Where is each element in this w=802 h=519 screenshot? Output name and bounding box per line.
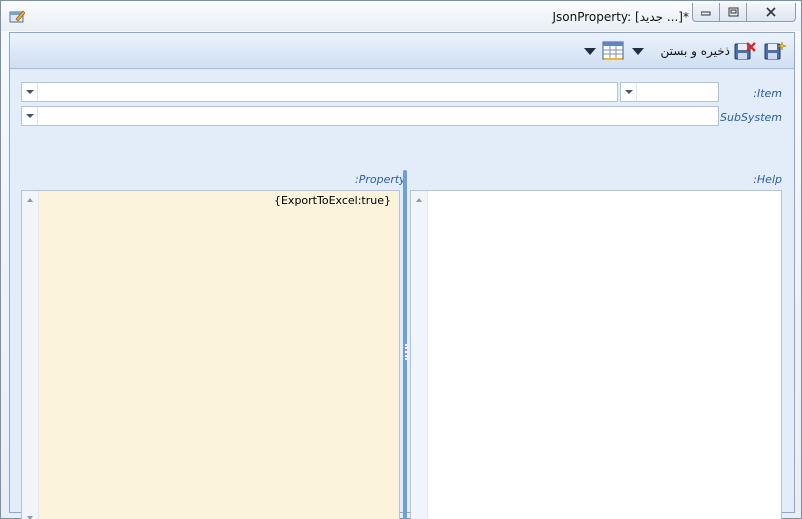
form-panel: :Item :SubSystem :Property:Help {Export… [10, 70, 794, 519]
grid-options-dropdown[interactable] [584, 40, 598, 62]
close-icon [766, 7, 776, 17]
chevron-down-icon [25, 114, 34, 118]
scroll-up-icon[interactable] [27, 198, 33, 202]
item-combo[interactable] [21, 82, 618, 102]
item-dropdown-button[interactable] [22, 83, 38, 101]
minimize-button[interactable] [692, 3, 720, 22]
subsystem-combo[interactable] [21, 106, 719, 126]
subsystem-label: :SubSystem [716, 111, 782, 124]
client-area: ذخیره و بستن:Item:SubSystem:Property … [9, 32, 795, 519]
save-and-close-label: ذخیره و بستن [660, 44, 730, 58]
save-options-dropdown[interactable] [632, 40, 646, 62]
item-code-combo[interactable] [620, 82, 719, 102]
title-bar[interactable]: JsonProperty: [جدید ...]* [1, 1, 801, 31]
help-scrollbar[interactable] [411, 191, 428, 519]
property-label: :Property [355, 173, 406, 186]
property-textarea[interactable]: {ExportToExcel:true} [21, 190, 400, 519]
app-window: JsonProperty: [جدید ...]* ذخیره و بستن:… [0, 0, 802, 519]
subsystem-dropdown-button[interactable] [22, 107, 38, 125]
minimize-icon [701, 11, 711, 16]
property-scrollbar[interactable] [22, 191, 39, 519]
restore-icon [728, 7, 738, 17]
chevron-down-icon [25, 90, 34, 94]
dropdown-arrow-icon [584, 47, 596, 55]
help-label: :Help [753, 173, 782, 186]
splitter-grip-icon[interactable] [405, 344, 407, 360]
item-code-dropdown-button[interactable] [621, 83, 637, 101]
chevron-down-icon [624, 90, 633, 94]
save-new-button[interactable] [764, 40, 788, 62]
window-title: JsonProperty: [جدید ...]* [552, 10, 690, 24]
dropdown-arrow-icon [632, 47, 644, 55]
item-label: :Item [753, 87, 782, 100]
scroll-up-icon[interactable] [416, 198, 422, 202]
toolbar: ذخیره و بستن [10, 33, 794, 69]
grid-view-button[interactable] [602, 40, 626, 62]
maximize-button[interactable] [719, 3, 747, 22]
table-icon [602, 41, 624, 60]
edit-window-icon [9, 10, 25, 23]
close-button[interactable] [746, 3, 796, 22]
save-new-icon [764, 41, 786, 60]
save-close-icon [734, 42, 756, 60]
help-textarea[interactable] [410, 190, 782, 519]
save-and-close-button[interactable]: ذخیره و بستن [656, 40, 756, 62]
property-value: {ExportToExcel:true} [273, 194, 391, 207]
